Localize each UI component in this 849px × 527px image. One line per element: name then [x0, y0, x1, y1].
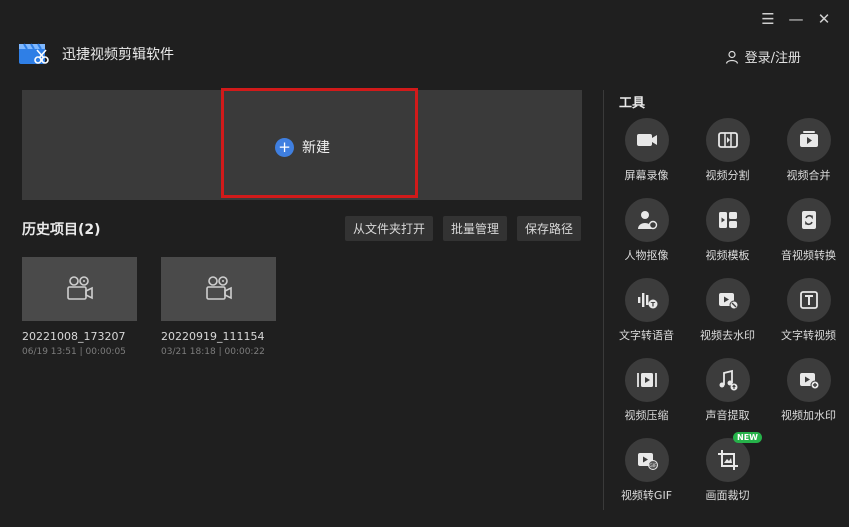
tool-audio-extract[interactable]: 声音提取 [687, 358, 768, 428]
window-controls: ☰ — ✕ [759, 10, 833, 28]
video-compress-icon [624, 358, 669, 402]
text-to-speech-icon: T [624, 278, 669, 322]
app-title: 迅捷视频剪辑软件 [62, 47, 174, 63]
remove-watermark-icon [705, 278, 750, 322]
batch-manage-button[interactable]: 批量管理 [442, 216, 507, 241]
audio-extract-icon [705, 358, 750, 402]
project-card[interactable]: 20221008_173207 06/19 13:51 | 00:00:05 [22, 257, 137, 357]
history-title: 历史项目(2) [22, 222, 101, 238]
tool-label: 音视频转换 [781, 249, 836, 262]
project-name: 20220919_111154 [161, 330, 265, 343]
tool-video-merge[interactable]: 视频合并 [768, 118, 849, 188]
crop-icon [705, 438, 750, 482]
new-project-button[interactable]: + 新建 [275, 137, 330, 157]
tool-screen-record[interactable]: 屏幕录像 [606, 118, 687, 188]
panel-divider [603, 90, 604, 510]
tools-title: 工具 [619, 96, 646, 111]
tool-video-split[interactable]: 视频分割 [687, 118, 768, 188]
tool-person-cutout[interactable]: 人物抠像 [606, 198, 687, 268]
login-button[interactable]: 登录/注册 [725, 47, 801, 66]
tool-label: 文字转语音 [619, 329, 674, 342]
screen-record-icon [624, 118, 669, 162]
tool-av-convert[interactable]: 音视频转换 [768, 198, 849, 268]
tool-video-compress[interactable]: 视频压缩 [606, 358, 687, 428]
tool-label: 屏幕录像 [624, 169, 669, 182]
tool-text-to-speech[interactable]: T 文字转语音 [606, 278, 687, 348]
project-thumbnail [22, 257, 137, 321]
project-meta: 06/19 13:51 | 00:00:05 [22, 347, 126, 357]
svg-text:T: T [650, 301, 655, 309]
tool-label: 视频压缩 [624, 409, 669, 422]
tool-label: 画面裁切 [705, 489, 750, 502]
tool-label: 人物抠像 [624, 249, 669, 262]
tool-video-to-gif[interactable]: GIF 视频转GIF [606, 438, 687, 508]
tool-crop[interactable]: NEW 画面裁切 [687, 432, 768, 508]
project-thumbnail [161, 257, 276, 321]
tool-label: 文字转视频 [781, 329, 836, 342]
login-label: 登录/注册 [744, 51, 801, 66]
app-header: 迅捷视频剪辑软件 [18, 40, 174, 68]
close-icon[interactable]: ✕ [815, 10, 833, 28]
history-actions: 从文件夹打开 批量管理 保存路径 [344, 216, 581, 241]
video-split-icon [705, 118, 750, 162]
new-project-label: 新建 [302, 140, 330, 156]
tool-label: 视频去水印 [700, 329, 755, 342]
tool-remove-watermark[interactable]: 视频去水印 [687, 278, 768, 348]
svg-text:GIF: GIF [649, 463, 657, 469]
video-camera-icon [66, 276, 93, 300]
video-to-gif-icon: GIF [624, 438, 669, 482]
video-merge-icon [786, 118, 831, 162]
project-name: 20221008_173207 [22, 330, 126, 343]
tool-label: 声音提取 [705, 409, 750, 422]
add-watermark-icon [786, 358, 831, 402]
project-card[interactable]: 20220919_111154 03/21 18:18 | 00:00:22 [161, 257, 276, 357]
tool-label: 视频加水印 [781, 409, 836, 422]
minimize-icon[interactable]: — [787, 10, 805, 28]
text-to-video-icon [786, 278, 831, 322]
person-cutout-icon [624, 198, 669, 242]
tool-label: 视频分割 [705, 169, 750, 182]
menu-icon[interactable]: ☰ [759, 10, 777, 28]
tool-text-to-video[interactable]: 文字转视频 [768, 278, 849, 348]
save-path-button[interactable]: 保存路径 [516, 216, 581, 241]
tools-grid: 屏幕录像 视频分割 视频合并 人物抠像 视频模板 音视频转换 T 文字转语音 视… [606, 118, 849, 508]
tool-video-template[interactable]: 视频模板 [687, 198, 768, 268]
av-convert-icon [786, 198, 831, 242]
plus-icon: + [275, 137, 294, 157]
tool-label: 视频合并 [786, 169, 831, 182]
app-logo-icon [19, 43, 49, 64]
new-badge: NEW [733, 432, 762, 443]
video-camera-icon [205, 276, 232, 300]
video-template-icon [705, 198, 750, 242]
tool-add-watermark[interactable]: 视频加水印 [768, 358, 849, 428]
user-icon [725, 50, 738, 64]
tool-label: 视频转GIF [620, 489, 673, 502]
tool-label: 视频模板 [705, 249, 750, 262]
project-meta: 03/21 18:18 | 00:00:22 [161, 347, 265, 357]
open-folder-button[interactable]: 从文件夹打开 [344, 216, 433, 241]
project-list: 20221008_173207 06/19 13:51 | 00:00:05 2… [22, 257, 276, 357]
